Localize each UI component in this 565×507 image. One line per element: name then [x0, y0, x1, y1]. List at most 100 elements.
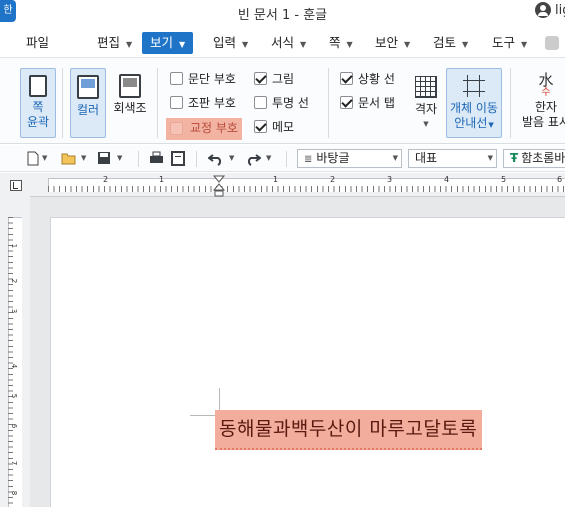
color-view-icon [77, 75, 99, 99]
hanja-label: 한자 [534, 100, 558, 114]
document-text[interactable]: 동해물과백두산이 마루고달토록 [215, 410, 483, 450]
ruler-number: 5 [501, 175, 507, 184]
chevron-down-icon[interactable]: ▼ [81, 154, 86, 162]
ruler-number: 6 [557, 175, 563, 184]
style-combobox[interactable]: ≣ 바탕글 ▼ [297, 149, 402, 168]
view-ribbon: 쪽 윤곽 컬러 회색조 문단 부호 조판 부호 교정 부호 그림 투명 선 메모… [0, 58, 565, 144]
menu-tools-label: 도구 [492, 35, 516, 50]
ruler-number: 4 [444, 175, 450, 184]
object-move-label: 개체 이동 [450, 101, 498, 115]
guide-lines-icon [463, 75, 485, 97]
print-icon[interactable] [149, 151, 164, 166]
menu-format[interactable]: 서식 ▼ [267, 32, 310, 54]
chevron-down-icon[interactable]: ▼ [266, 154, 271, 162]
checkbox-icon [170, 96, 183, 109]
ruler-number: 3 [10, 308, 19, 314]
title-bar: 한 빈 문서 1 - 훈글 lig [0, 0, 565, 26]
page-outline-label: 쪽 [32, 100, 44, 114]
open-folder-icon[interactable] [61, 151, 77, 166]
document-page[interactable] [50, 217, 565, 507]
user-name[interactable]: lig [555, 3, 565, 18]
grid-button[interactable]: 격자 ▼ [408, 68, 444, 138]
save-icon[interactable] [97, 151, 111, 166]
chevron-down-icon[interactable]: ▼ [117, 154, 122, 162]
chevron-down-icon: ▼ [423, 120, 429, 128]
grid-icon [415, 76, 437, 98]
chevron-down-icon: ▼ [488, 121, 494, 129]
menu-format-label: 서식 [271, 35, 295, 50]
menu-tools[interactable]: 도구 ▼ [488, 32, 531, 54]
memo-label: 메모 [272, 120, 295, 134]
color-view-button[interactable]: 컬러 [70, 68, 106, 138]
chevron-down-icon: ▼ [126, 40, 133, 49]
ruler-number: 1 [273, 175, 279, 184]
chevron-down-icon: ▼ [242, 40, 249, 49]
picture-checkbox[interactable]: 그림 [252, 71, 294, 89]
picture-label: 그림 [272, 72, 295, 86]
ruler-number: 2 [103, 175, 109, 184]
print-preview-icon[interactable] [171, 151, 185, 166]
hanja-label-2: 발음 표시 [522, 115, 565, 129]
menu-edit[interactable]: 편집 ▼ [93, 32, 136, 54]
undo-icon[interactable] [208, 151, 224, 166]
menu-review-label: 검토 [433, 35, 457, 50]
chevron-down-icon: ▼ [404, 40, 411, 49]
proof-mark-checkbox[interactable]: 교정 부호 [166, 118, 242, 140]
hanja-pronunciation-button[interactable]: 水수 한자 발음 표시 [518, 68, 565, 138]
formatting-mark-checkbox[interactable]: 조판 부호 [168, 95, 236, 113]
transparent-line-checkbox[interactable]: 투명 선 [252, 95, 309, 113]
menu-view[interactable]: 보기 ▼ [142, 32, 194, 54]
page-outline-icon [29, 75, 47, 97]
more-menu-icon[interactable] [545, 36, 559, 50]
menu-page[interactable]: 쪽 ▼ [325, 32, 357, 54]
chevron-down-icon[interactable]: ▼ [229, 154, 234, 162]
checkbox-icon [254, 96, 267, 109]
chevron-down-icon: ▼ [300, 40, 307, 49]
status-line-checkbox[interactable]: 상황 선 [338, 71, 395, 89]
paragraph-mark-label: 문단 부호 [188, 72, 236, 86]
ruler-number: 4 [10, 363, 19, 369]
grayscale-view-button[interactable]: 회색조 [110, 74, 150, 134]
chevron-down-icon: ▼ [392, 154, 398, 162]
menu-insert[interactable]: 입력 ▼ [209, 32, 252, 54]
menu-file-label: 파일 [26, 35, 50, 50]
horizontal-ruler[interactable]: 2 1 1 2 3 4 5 6 [30, 173, 565, 197]
ruler-number: 2 [10, 278, 19, 284]
checkbox-icon [170, 122, 183, 135]
object-move-guide-button[interactable]: 개체 이동 안내선▼ [446, 68, 502, 138]
redo-icon[interactable] [245, 151, 261, 166]
page-outline-button[interactable]: 쪽 윤곽 [20, 68, 56, 138]
grayscale-view-icon [119, 74, 141, 98]
tab-type-icon[interactable] [10, 180, 22, 191]
proof-mark-label: 교정 부호 [190, 121, 238, 135]
checkbox-checked-icon [340, 72, 353, 85]
paragraph-mark-checkbox[interactable]: 문단 부호 [168, 71, 236, 89]
doc-tab-checkbox[interactable]: 문서 탭 [338, 95, 395, 113]
ruler-number: 5 [10, 393, 19, 399]
menu-review[interactable]: 검토 ▼ [429, 32, 472, 54]
font-combobox[interactable]: Ŧ 함초롬바 [503, 149, 565, 168]
menu-security[interactable]: 보안 ▼ [371, 32, 414, 54]
status-line-label: 상황 선 [358, 72, 395, 86]
chevron-down-icon[interactable]: ▼ [42, 154, 47, 162]
chevron-down-icon: ▼ [462, 40, 469, 49]
language-combobox[interactable]: 대표 ▼ [408, 149, 497, 168]
page-outline-label-2: 윤곽 [26, 115, 50, 129]
checkbox-checked-icon [254, 72, 267, 85]
chevron-down-icon: ▼ [521, 40, 528, 49]
new-document-icon[interactable] [27, 151, 39, 166]
indent-marker-icon[interactable] [213, 175, 225, 197]
margin-guide [190, 415, 218, 416]
menu-edit-label: 편집 [97, 35, 121, 50]
menu-security-label: 보안 [375, 35, 399, 50]
ruler-number: 1 [159, 175, 165, 184]
vertical-ruler[interactable]: 1 2 3 4 5 6 7 8 [0, 197, 30, 507]
object-move-label-2: 안내선 [454, 116, 488, 130]
hanja-icon: 水수 [518, 72, 565, 98]
menu-file[interactable]: 파일 [22, 32, 53, 54]
grid-label: 격자 [414, 102, 438, 116]
ruler-number: 6 [10, 423, 19, 429]
user-account-icon[interactable] [535, 2, 551, 18]
memo-checkbox[interactable]: 메모 [252, 119, 294, 137]
font-icon: Ŧ [510, 151, 519, 165]
